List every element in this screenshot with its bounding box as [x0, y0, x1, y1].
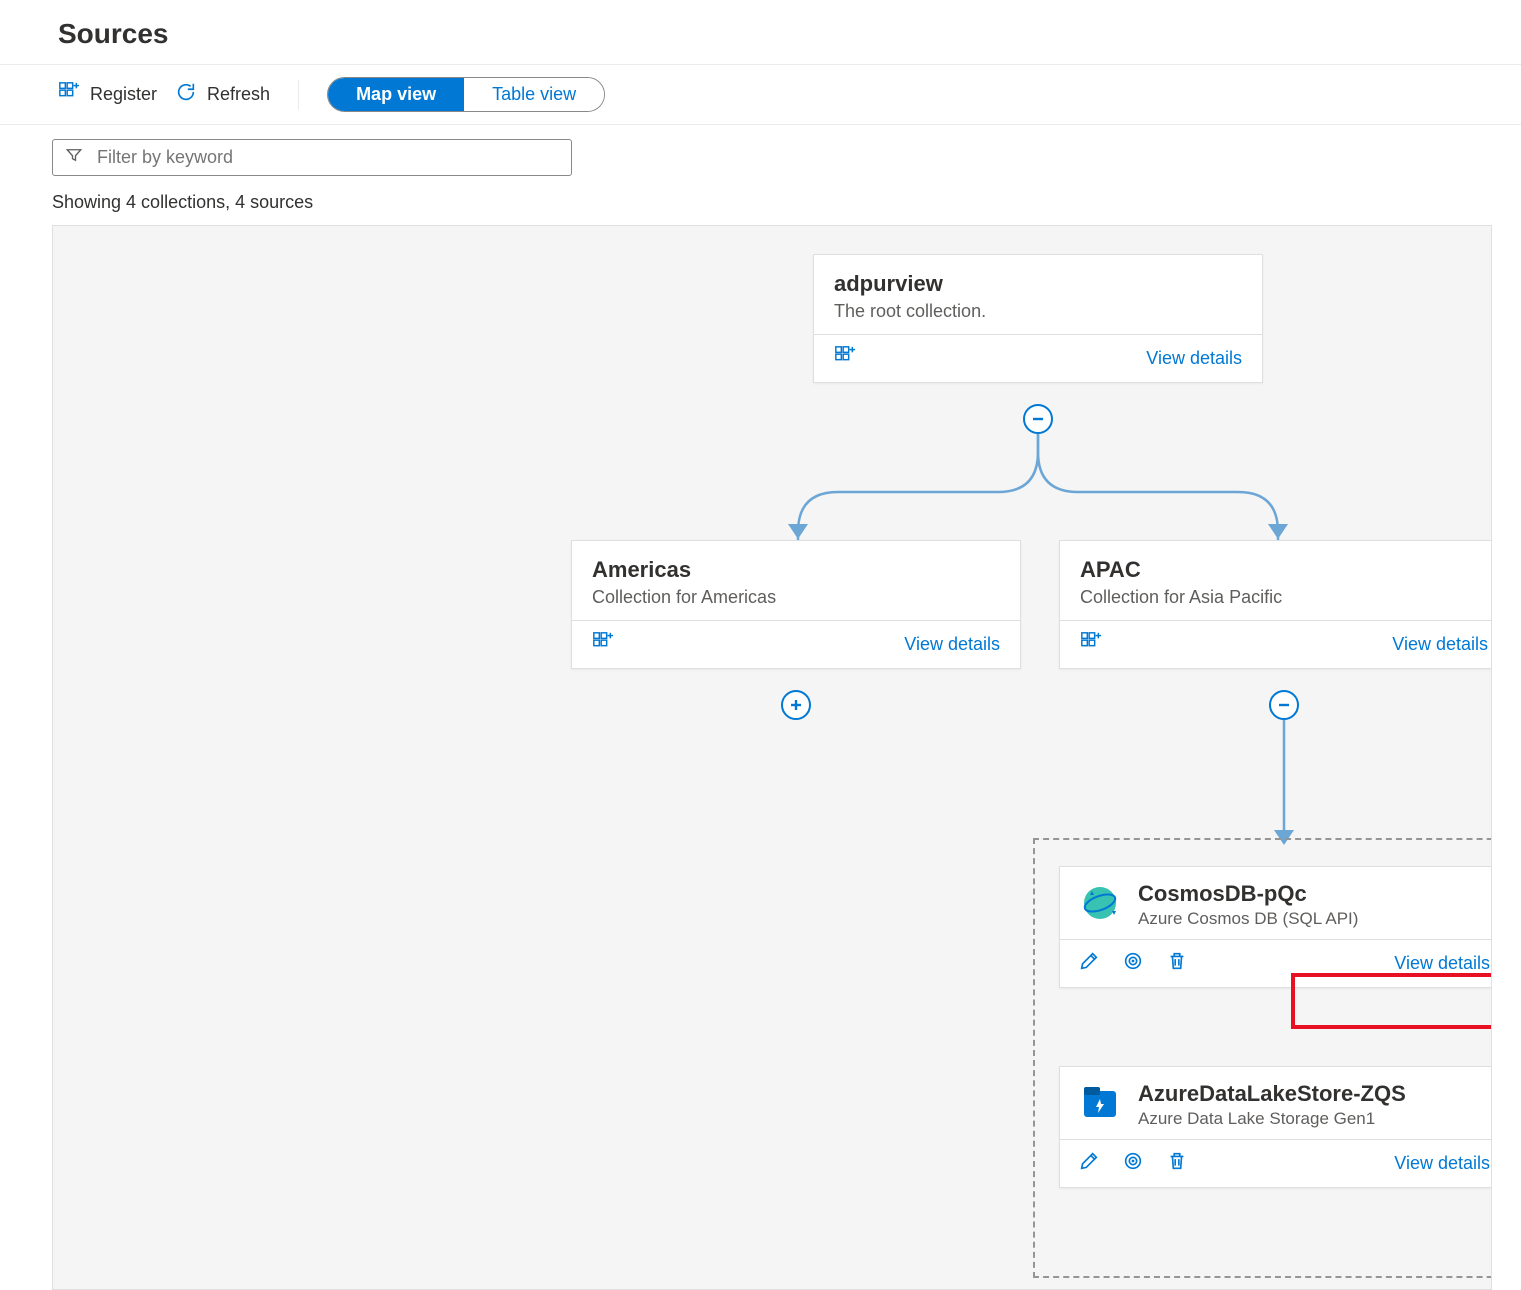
expand-toggle-americas[interactable]	[781, 690, 811, 720]
collection-card-americas: Americas Collection for Americas View de…	[571, 540, 1021, 669]
view-switch: Map view Table view	[327, 77, 605, 112]
source-type: Azure Data Lake Storage Gen1	[1138, 1109, 1406, 1129]
collection-card-root: adpurview The root collection. View deta…	[813, 254, 1263, 383]
view-details-link[interactable]: View details	[1392, 634, 1488, 655]
collection-description: Collection for Americas	[592, 587, 1000, 608]
register-label: Register	[90, 84, 157, 105]
collection-title: adpurview	[834, 271, 1242, 297]
collapse-toggle-apac[interactable]	[1269, 690, 1299, 720]
toolbar-separator	[298, 80, 299, 110]
refresh-label: Refresh	[207, 84, 270, 105]
status-text: Showing 4 collections, 4 sources	[0, 184, 1521, 225]
scan-icon[interactable]	[1122, 950, 1144, 977]
refresh-button[interactable]: Refresh	[175, 81, 270, 108]
cosmos-db-icon	[1078, 881, 1122, 925]
collection-title: APAC	[1080, 557, 1488, 583]
view-details-link[interactable]: View details	[1394, 953, 1490, 974]
grid-register-icon	[58, 81, 80, 108]
register-button[interactable]: Register	[58, 81, 157, 108]
toolbar: Register Refresh Map view Table view	[0, 64, 1521, 125]
filter-input[interactable]	[97, 147, 559, 168]
collapse-toggle-root[interactable]	[1023, 404, 1053, 434]
view-details-link[interactable]: View details	[904, 634, 1000, 655]
collection-description: Collection for Asia Pacific	[1080, 587, 1488, 608]
grid-register-icon[interactable]	[834, 345, 856, 372]
filter-icon	[65, 146, 83, 169]
view-details-link[interactable]: View details	[1146, 348, 1242, 369]
source-card-cosmosdb: CosmosDB-pQc Azure Cosmos DB (SQL API) V…	[1059, 866, 1492, 988]
delete-icon[interactable]	[1166, 950, 1188, 977]
source-title: AzureDataLakeStore-ZQS	[1138, 1081, 1406, 1107]
scan-icon[interactable]	[1122, 1150, 1144, 1177]
view-details-link[interactable]: View details	[1394, 1153, 1490, 1174]
collection-card-apac: APAC Collection for Asia Pacific View de…	[1059, 540, 1492, 669]
edit-icon[interactable]	[1078, 950, 1100, 977]
page-title: Sources	[58, 18, 1521, 50]
grid-register-icon[interactable]	[592, 631, 614, 658]
grid-register-icon[interactable]	[1080, 631, 1102, 658]
tab-table-view[interactable]: Table view	[464, 78, 604, 111]
edit-icon[interactable]	[1078, 1150, 1100, 1177]
refresh-icon	[175, 81, 197, 108]
delete-icon[interactable]	[1166, 1150, 1188, 1177]
source-card-adls: AzureDataLakeStore-ZQS Azure Data Lake S…	[1059, 1066, 1492, 1188]
map-canvas[interactable]: adpurview The root collection. View deta…	[52, 225, 1492, 1290]
adls-icon	[1078, 1081, 1122, 1125]
tab-map-view[interactable]: Map view	[328, 78, 464, 111]
collection-description: The root collection.	[834, 301, 1242, 322]
collection-title: Americas	[592, 557, 1000, 583]
source-type: Azure Cosmos DB (SQL API)	[1138, 909, 1358, 929]
filter-box[interactable]	[52, 139, 572, 176]
source-title: CosmosDB-pQc	[1138, 881, 1358, 907]
